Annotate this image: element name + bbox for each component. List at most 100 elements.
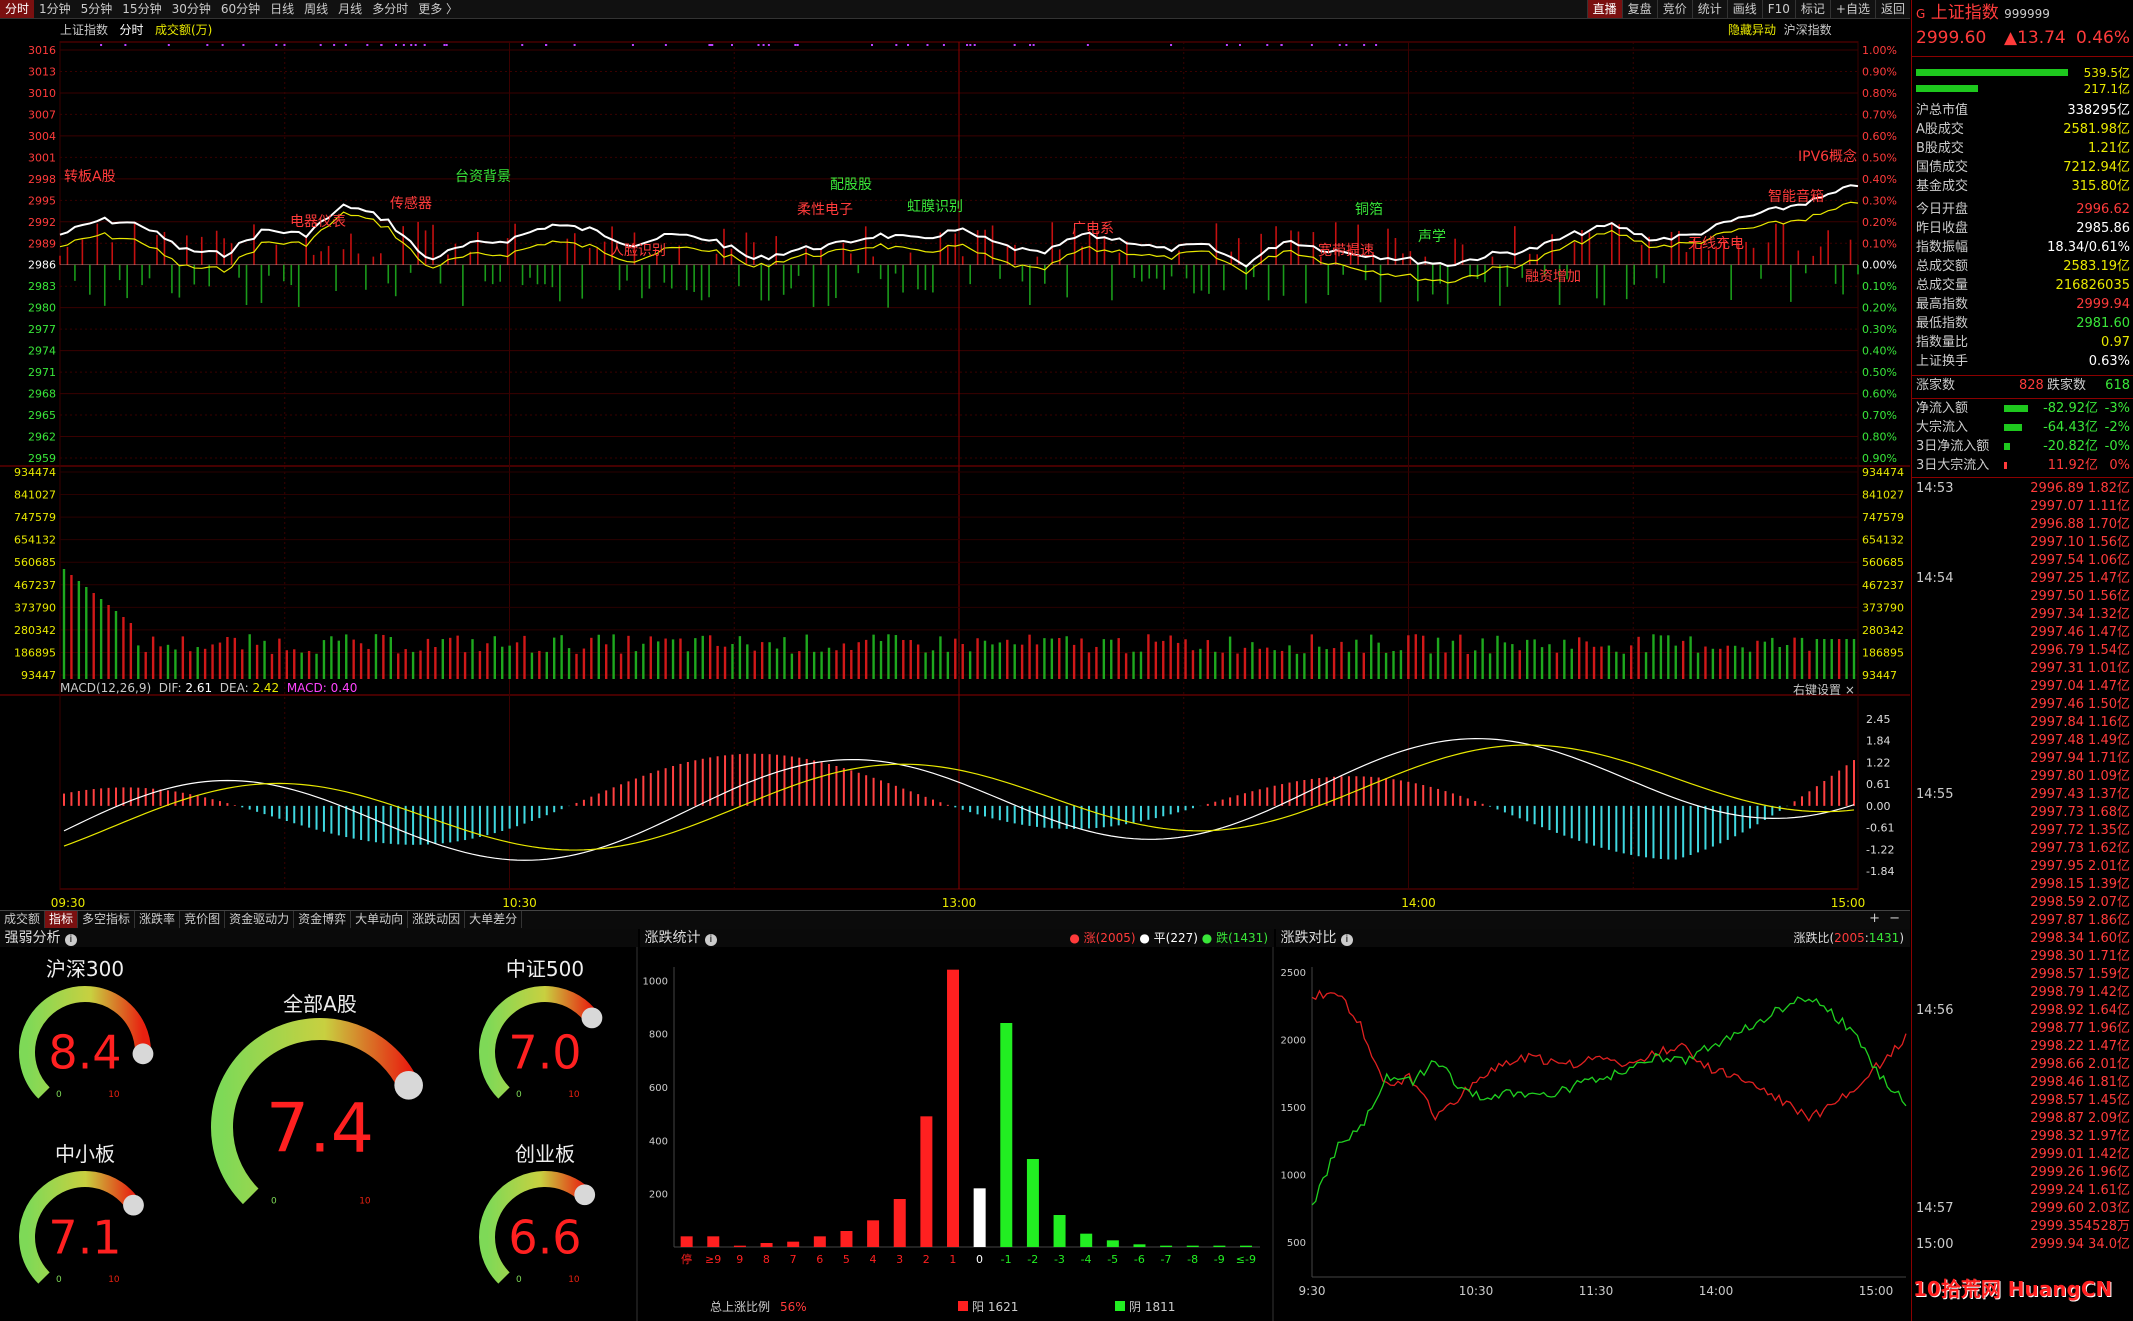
- toolbar-button-0[interactable]: 直播: [1586, 0, 1622, 18]
- period-tab-9[interactable]: 多分时: [367, 0, 413, 18]
- index-link[interactable]: 沪深指数: [1784, 23, 1832, 37]
- hide-anomaly-link[interactable]: 隐藏异动: [1728, 23, 1776, 37]
- tick-row[interactable]: 2999.26 1.96亿: [1912, 1164, 2133, 1182]
- tick-row[interactable]: 2997.73 1.62亿: [1912, 840, 2133, 858]
- indicator-tab-3[interactable]: 涨跌率: [135, 911, 181, 928]
- tick-row[interactable]: 2997.87 1.86亿: [1912, 912, 2133, 930]
- tick-row[interactable]: 2999.35 4528万: [1912, 1218, 2133, 1236]
- gauge-min: 0: [516, 1275, 522, 1285]
- info-icon[interactable]: i: [1340, 934, 1353, 946]
- tick-row[interactable]: 2998.34 1.60亿: [1912, 930, 2133, 948]
- period-tab-4[interactable]: 30分钟: [167, 0, 216, 18]
- period-tab-5[interactable]: 60分钟: [216, 0, 265, 18]
- tick-row[interactable]: 2998.79 1.42亿: [1912, 984, 2133, 1002]
- add-icon[interactable]: +: [1869, 911, 1880, 926]
- tick-row[interactable]: 2997.94 1.71亿: [1912, 750, 2133, 768]
- stats-x-label: 6: [816, 1253, 823, 1266]
- tick-price: 2997.73: [2030, 805, 2084, 820]
- stats-x-label: -7: [1160, 1253, 1171, 1266]
- tick-row[interactable]: 2997.72 1.35亿: [1912, 822, 2133, 840]
- tick-row[interactable]: 2998.57 1.45亿: [1912, 1092, 2133, 1110]
- info-icon[interactable]: i: [704, 934, 717, 946]
- compare-y-label: 2000: [1281, 1036, 1306, 1047]
- tick-row[interactable]: 15:00 2999.94 34.0亿: [1912, 1236, 2133, 1254]
- indicator-tab-4[interactable]: 竞价图: [180, 911, 226, 928]
- period-tab-2[interactable]: 5分钟: [76, 0, 118, 18]
- gauge-max: 10: [108, 1275, 120, 1285]
- indicator-tab-9[interactable]: 大单差分: [465, 911, 523, 928]
- indicator-tab-2[interactable]: 多空指标: [78, 911, 136, 928]
- tick-row[interactable]: 2998.77 1.96亿: [1912, 1020, 2133, 1038]
- flow-row: 大宗流入 -64.43亿 -2%: [1912, 418, 2133, 437]
- period-tab-0[interactable]: 分时: [0, 0, 35, 18]
- indicator-tab-7[interactable]: 大单动向: [351, 911, 409, 928]
- tick-volume: 1.64亿: [2088, 1003, 2130, 1018]
- toolbar-button-4[interactable]: 画线: [1726, 0, 1762, 18]
- tick-row[interactable]: 2998.46 1.81亿: [1912, 1074, 2133, 1092]
- tick-row[interactable]: 2997.80 1.09亿: [1912, 768, 2133, 786]
- stats-x-label: 4: [869, 1253, 876, 1266]
- info-icon[interactable]: i: [64, 934, 77, 946]
- stats-bar: [1106, 1240, 1119, 1247]
- tick-row[interactable]: 2998.32 1.97亿: [1912, 1128, 2133, 1146]
- flow-bar: [2004, 443, 2010, 450]
- tick-row[interactable]: 2996.79 1.54亿: [1912, 642, 2133, 660]
- tick-row[interactable]: 14:57 2999.60 2.03亿: [1912, 1200, 2133, 1218]
- tick-row[interactable]: 2998.30 1.71亿: [1912, 948, 2133, 966]
- tick-row[interactable]: 2998.15 1.39亿: [1912, 876, 2133, 894]
- tick-row[interactable]: 2997.07 1.11亿: [1912, 498, 2133, 516]
- close-icon[interactable]: ×: [1845, 683, 1855, 697]
- indicator-tab-6[interactable]: 资金博弈: [294, 911, 352, 928]
- period-tab-8[interactable]: 月线: [333, 0, 367, 18]
- toolbar-button-3[interactable]: 统计: [1691, 0, 1727, 18]
- period-tab-10[interactable]: 更多 〉: [413, 0, 463, 18]
- tick-row[interactable]: 14:56 2998.92 1.64亿: [1912, 1002, 2133, 1020]
- tick-row[interactable]: 2999.01 1.42亿: [1912, 1146, 2133, 1164]
- period-tab-3[interactable]: 15分钟: [117, 0, 166, 18]
- intraday-chart[interactable]: 3016 1.00% 3013 0.90% 3010 0.80% 3007 0.70% 3004…: [0, 19, 1910, 910]
- toolbar-button-7[interactable]: +自选: [1829, 0, 1875, 18]
- volume-tick-label: 747579: [14, 511, 56, 524]
- tick-row[interactable]: 2998.66 2.01亿: [1912, 1056, 2133, 1074]
- tick-row[interactable]: 14:55 2997.43 1.37亿: [1912, 786, 2133, 804]
- minus-icon[interactable]: −: [1889, 911, 1900, 926]
- tick-row[interactable]: 2996.88 1.70亿: [1912, 516, 2133, 534]
- chart-mode[interactable]: 分时: [119, 23, 143, 37]
- toolbar-button-2[interactable]: 竞价: [1656, 0, 1692, 18]
- tick-row[interactable]: 2997.95 2.01亿: [1912, 858, 2133, 876]
- toolbar-button-5[interactable]: F10: [1761, 0, 1795, 18]
- tick-row[interactable]: 2997.46 1.47亿: [1912, 624, 2133, 642]
- tick-row[interactable]: 2997.46 1.50亿: [1912, 696, 2133, 714]
- tick-row[interactable]: 2997.54 1.06亿: [1912, 552, 2133, 570]
- tick-row[interactable]: 2997.48 1.49亿: [1912, 732, 2133, 750]
- period-tab-1[interactable]: 1分钟: [34, 0, 76, 18]
- tick-row[interactable]: 14:54 2997.25 1.47亿: [1912, 570, 2133, 588]
- period-tab-7[interactable]: 周线: [299, 0, 333, 18]
- indicator-tab-1[interactable]: 指标: [45, 911, 79, 928]
- tick-row[interactable]: 14:53 2996.89 1.82亿: [1912, 480, 2133, 498]
- tick-row[interactable]: 2997.73 1.68亿: [1912, 804, 2133, 822]
- tick-row[interactable]: 2997.34 1.32亿: [1912, 606, 2133, 624]
- tick-row[interactable]: 2999.24 1.61亿: [1912, 1182, 2133, 1200]
- tick-row[interactable]: 2997.10 1.56亿: [1912, 534, 2133, 552]
- period-tab-6[interactable]: 日线: [265, 0, 299, 18]
- indicator-tab-0[interactable]: 成交额: [0, 911, 46, 928]
- indicator-tab-8[interactable]: 涨跌动因: [408, 911, 466, 928]
- tick-row[interactable]: 2998.87 2.09亿: [1912, 1110, 2133, 1128]
- quote-name[interactable]: 上证指数: [1931, 3, 1999, 23]
- toolbar-button-8[interactable]: 返回: [1874, 0, 1910, 18]
- tick-row[interactable]: 2998.59 2.07亿: [1912, 894, 2133, 912]
- tick-row[interactable]: 2997.04 1.47亿: [1912, 678, 2133, 696]
- indicator-tab-5[interactable]: 资金驱动力: [225, 911, 295, 928]
- tick-row[interactable]: 2998.57 1.59亿: [1912, 966, 2133, 984]
- tick-row[interactable]: 2998.22 1.47亿: [1912, 1038, 2133, 1056]
- tick-list[interactable]: 14:53 2996.89 1.82亿 2997.07 1.11亿 2996.88 1.70…: [1912, 480, 2133, 1321]
- price-tick-label: 2965: [28, 409, 56, 422]
- tick-row[interactable]: 2997.50 1.56亿: [1912, 588, 2133, 606]
- macd-settings-label[interactable]: 右键设置: [1793, 683, 1841, 697]
- toolbar-button-1[interactable]: 复盘: [1621, 0, 1657, 18]
- toolbar-button-6[interactable]: 标记: [1794, 0, 1830, 18]
- tick-row[interactable]: 2997.84 1.16亿: [1912, 714, 2133, 732]
- tick-row[interactable]: 2997.31 1.01亿: [1912, 660, 2133, 678]
- macd-settings[interactable]: 右键设置 ×: [1793, 681, 1855, 698]
